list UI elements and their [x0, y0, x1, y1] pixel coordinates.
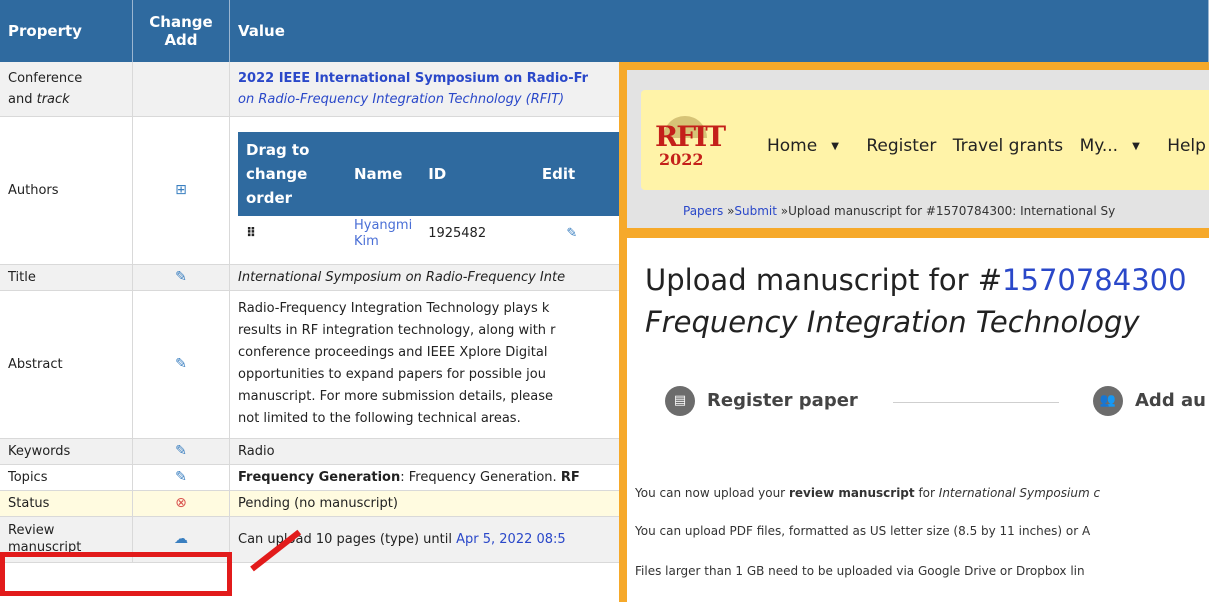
highlight-box: [0, 552, 232, 596]
paper-number-link[interactable]: 1570784300: [1002, 263, 1187, 297]
register-paper-icon: ▤: [665, 386, 695, 416]
conference-label: Conference and track: [0, 62, 133, 117]
author-row: ⠿ Hyangmi Kim 1925482 ✎: [238, 216, 658, 252]
page-title-line2: Frequency Integration Technology: [645, 305, 1140, 339]
nav-help[interactable]: Help: [1167, 136, 1206, 156]
add-author-icon[interactable]: ⊞: [132, 116, 230, 265]
authors-label: Authors: [0, 116, 133, 265]
edit-title-icon[interactable]: ✎: [132, 264, 230, 291]
col-edit: Edit: [533, 132, 610, 216]
nav-travel-grants[interactable]: Travel grants: [953, 136, 1063, 156]
nav-my[interactable]: My... ▼: [1080, 136, 1151, 156]
upload-instructions: You can now upload your review manuscrip…: [635, 486, 1101, 500]
author-id: 1925482: [420, 216, 534, 252]
abstract-label: Abstract: [0, 290, 133, 439]
step-connector: [893, 402, 1059, 403]
conference-site-overlay: RFIT 2022 Home ▼ Register Travel grants M…: [619, 62, 1209, 608]
edit-abstract-icon[interactable]: ✎: [132, 290, 230, 439]
navbar: RFIT 2022 Home ▼ Register Travel grants M…: [641, 90, 1209, 190]
crumb-submit[interactable]: Submit: [734, 204, 777, 218]
edit-topics-icon[interactable]: ✎: [132, 464, 230, 491]
col-name: Name: [346, 132, 421, 216]
nav-home[interactable]: Home ▼: [767, 136, 850, 156]
col-id: ID: [420, 132, 534, 216]
nav-menu: Home ▼ Register Travel grants My... ▼ Help: [767, 136, 1209, 156]
upload-format-note: You can upload PDF files, formatted as U…: [635, 524, 1091, 538]
header-property: Property: [0, 0, 133, 62]
col-drag: Drag to change order: [238, 132, 346, 216]
step-add-authors[interactable]: 👥 Add au: [1093, 386, 1206, 416]
nav-register[interactable]: Register: [866, 136, 936, 156]
upload-panel: Upload manuscript for #1570784300 Freque…: [627, 238, 1209, 608]
edit-author-icon[interactable]: ✎: [533, 216, 610, 252]
topics-label: Topics: [0, 464, 133, 491]
keywords-label: Keywords: [0, 438, 133, 465]
site-header: RFIT 2022 Home ▼ Register Travel grants M…: [627, 70, 1209, 228]
rfit-logo[interactable]: RFIT 2022: [651, 116, 726, 178]
chevron-down-icon: ▼: [831, 141, 839, 152]
header-change-add: Change Add: [132, 0, 230, 62]
status-label: Status: [0, 490, 133, 517]
breadcrumb: Papers »Submit »Upload manuscript for #1…: [683, 204, 1116, 218]
title-label: Title: [0, 264, 133, 291]
drag-handle-icon[interactable]: ⠿: [238, 216, 346, 252]
author-name-link[interactable]: Hyangmi Kim: [346, 216, 421, 252]
upload-size-note: Files larger than 1 GB need to be upload…: [635, 564, 1085, 578]
step-register-paper[interactable]: ▤ Register paper: [665, 386, 858, 416]
status-error-icon: ⊗: [132, 490, 230, 517]
deadline-link[interactable]: Apr 5, 2022 08:5: [456, 532, 566, 547]
crumb-papers[interactable]: Papers: [683, 204, 723, 218]
authors-table: Drag to change order Name ID Edit Fl ⠿ H…: [238, 132, 658, 252]
add-authors-icon: 👥: [1093, 386, 1123, 416]
header-value: Value: [229, 0, 1209, 62]
edit-keywords-icon[interactable]: ✎: [132, 438, 230, 465]
page-title: Upload manuscript for #1570784300: [645, 263, 1187, 297]
chevron-down-icon: ▼: [1132, 141, 1140, 152]
